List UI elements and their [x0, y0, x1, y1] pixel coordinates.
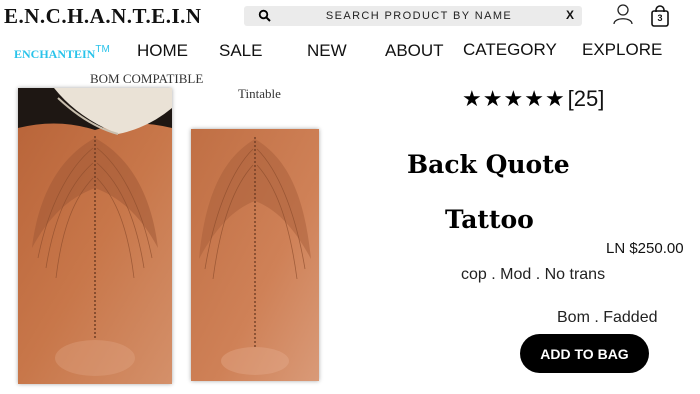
star-icon: ★ — [503, 86, 524, 111]
nav-item-new[interactable]: NEW — [307, 41, 347, 61]
star-icon: ★ — [462, 86, 482, 111]
search-input[interactable] — [284, 6, 554, 26]
nav-item-home[interactable]: HOME — [137, 41, 188, 61]
clear-search-button[interactable]: X — [566, 8, 574, 22]
tintable-label: Tintable — [238, 86, 281, 101]
product-image-bom[interactable] — [18, 88, 172, 384]
brand-name-text: ENCHANTEIN — [14, 47, 96, 61]
bom-compatible-label: BOM COMPATIBLE — [90, 71, 204, 86]
star-icon: ★ — [544, 86, 565, 111]
product-title-line-2: Tattoo — [445, 205, 534, 234]
star-icon: ★ — [482, 86, 503, 111]
product-image-tintable[interactable] — [191, 129, 319, 381]
nav-item-about[interactable]: ABOUT — [385, 41, 444, 61]
user-icon[interactable] — [612, 3, 634, 25]
product-permissions: cop . Mod . No trans — [461, 266, 606, 283]
brand-name: ENCHANTEINTM — [14, 44, 110, 62]
review-count[interactable]: [25] — [568, 86, 605, 111]
tattoo-back-image — [18, 88, 172, 384]
product-title-line-1: Back Quote — [407, 150, 570, 179]
star-icon: ★ — [524, 86, 544, 111]
nav-item-category[interactable]: CATEGORY — [463, 40, 557, 60]
shopping-bag-button[interactable]: 3 — [649, 4, 671, 28]
site-logo[interactable]: E.N.C.H.A.N.T.E.I.N — [4, 4, 202, 29]
search-icon[interactable] — [258, 9, 272, 23]
add-to-bag-button[interactable]: ADD TO BAG — [520, 334, 649, 373]
tattoo-back-image-alt — [191, 129, 319, 381]
trademark-mark: TM — [95, 44, 110, 55]
search-bar: X — [244, 6, 582, 26]
nav-item-explore[interactable]: EXPLORE — [582, 40, 662, 60]
product-rating[interactable]: ★★★★★ [25] — [462, 86, 604, 112]
bag-count-badge: 3 — [657, 13, 663, 23]
product-variant: Bom . Fadded — [557, 309, 658, 326]
nav-item-sale[interactable]: SALE — [219, 41, 262, 61]
product-price: LN $250.00 — [606, 240, 684, 257]
